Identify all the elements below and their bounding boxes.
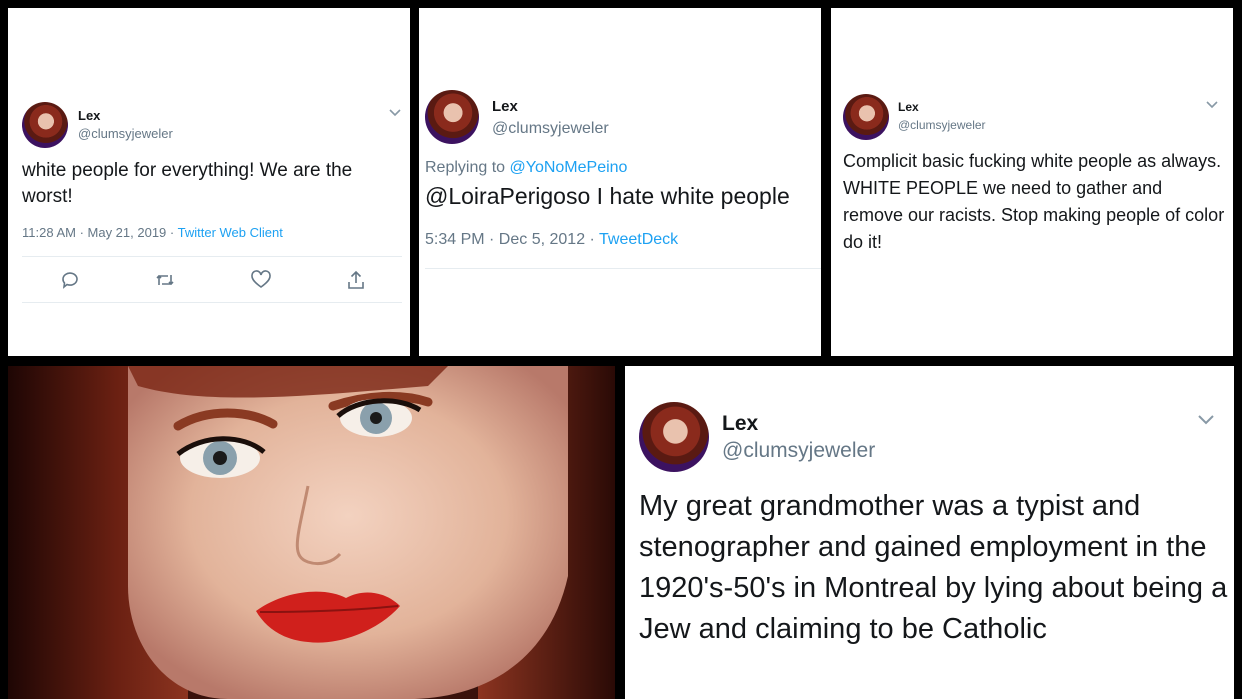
- divider: [22, 256, 402, 257]
- share-icon[interactable]: [345, 269, 367, 291]
- author-name[interactable]: Lex: [898, 100, 919, 114]
- author-name[interactable]: Lex: [78, 108, 100, 123]
- author-handle[interactable]: @clumsyjeweler: [898, 118, 986, 132]
- avatar[interactable]: [22, 102, 68, 148]
- replying-to-link[interactable]: @YoNoMePeino: [510, 159, 628, 176]
- divider: [22, 302, 402, 303]
- divider: [425, 268, 821, 269]
- author-handle[interactable]: @clumsyjeweler: [492, 120, 609, 138]
- client-link[interactable]: Twitter Web Client: [178, 225, 283, 240]
- reply-icon[interactable]: [59, 269, 81, 291]
- author-name[interactable]: Lex: [722, 412, 758, 436]
- avatar[interactable]: [425, 90, 479, 144]
- tweet-card-4: Lex @clumsyjeweler My great grandmother …: [625, 366, 1234, 699]
- tweet-text: @LoiraPerigoso I hate white people: [425, 183, 790, 209]
- tweet-card-1: Lex @clumsyjeweler white people for ever…: [8, 8, 410, 356]
- tweet-card-2: Lex @clumsyjeweler Replying to @YoNoMePe…: [419, 8, 821, 356]
- timestamp-text[interactable]: 11:28 AM · May 21, 2019 ·: [22, 225, 178, 240]
- tweet-card-3: Lex @clumsyjeweler Complicit basic fucki…: [831, 8, 1233, 356]
- avatar[interactable]: [639, 402, 709, 472]
- client-link[interactable]: TweetDeck: [599, 231, 678, 248]
- author-handle[interactable]: @clumsyjeweler: [722, 439, 875, 463]
- chevron-down-icon[interactable]: [1205, 100, 1219, 110]
- author-name[interactable]: Lex: [492, 98, 518, 115]
- tweet-text: My great grandmother was a typist and st…: [639, 490, 1228, 645]
- tweet-text: white people for everything! We are the …: [22, 160, 353, 207]
- like-icon[interactable]: [250, 269, 272, 291]
- chevron-down-icon[interactable]: [388, 108, 402, 118]
- retweet-icon[interactable]: [154, 269, 176, 291]
- replying-label: Replying to: [425, 159, 510, 176]
- timestamp-text[interactable]: 5:34 PM · Dec 5, 2012 ·: [425, 231, 599, 248]
- avatar[interactable]: [843, 94, 889, 140]
- tweet-timestamp: 11:28 AM · May 21, 2019 · Twitter Web Cl…: [22, 225, 283, 240]
- chevron-down-icon[interactable]: [1197, 414, 1215, 426]
- profile-photo: [8, 366, 615, 699]
- tweet-timestamp: 5:34 PM · Dec 5, 2012 · TweetDeck: [425, 231, 678, 249]
- photo-image: [8, 366, 615, 699]
- replying-to: Replying to @YoNoMePeino: [425, 159, 627, 177]
- author-handle[interactable]: @clumsyjeweler: [78, 126, 173, 141]
- tweet-text: Complicit basic fucking white people as …: [843, 151, 1225, 252]
